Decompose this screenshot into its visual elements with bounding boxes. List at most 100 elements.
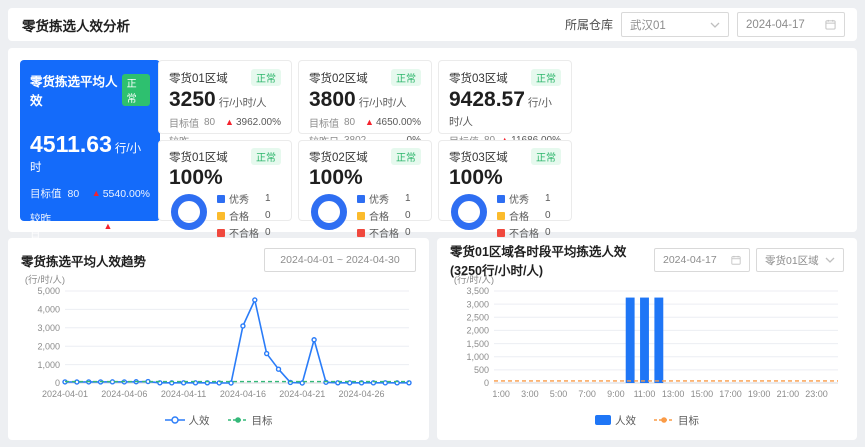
bar [654, 298, 663, 383]
legend-item[interactable]: 目标 [228, 413, 273, 428]
kpi-section: 零货拣选平均人效 正常 4511.63行/小时 目标值 80 ▲5540.00%… [8, 48, 857, 232]
legend-count: 0 [405, 210, 411, 221]
legend-count: 0 [545, 210, 551, 221]
area-select-value: 零货01区域 [765, 253, 819, 268]
x-tick-label: 17:00 [719, 389, 742, 399]
x-tick-label: 5:00 [550, 389, 568, 399]
legend-swatch [217, 195, 225, 203]
status-badge: 正常 [251, 69, 281, 86]
card-title: 零货01区域 [169, 70, 228, 86]
legend-count: 1 [545, 193, 551, 204]
efficiency-line [65, 300, 409, 383]
x-tick-label: 13:00 [662, 389, 685, 399]
chevron-down-icon [710, 22, 720, 28]
y-tick-label: 1,500 [466, 339, 489, 349]
legend-label: 目标 [252, 413, 273, 428]
arrow-up-icon: ▲ [365, 118, 374, 127]
arrow-up-icon: ▲ [225, 118, 234, 127]
chevron-down-icon [825, 257, 835, 263]
x-tick-label: 3:00 [521, 389, 539, 399]
legend-swatch [357, 212, 365, 220]
y-tick-label: 0 [55, 378, 60, 388]
bar [640, 298, 649, 383]
y-tick-label: 0 [484, 378, 489, 388]
donut-legend: 优秀1 合格0 不合格0 [357, 191, 411, 240]
date-picker-value: 2024-04-17 [746, 19, 805, 31]
legend-label: 优秀 [229, 191, 265, 206]
x-tick-label: 7:00 [578, 389, 596, 399]
x-tick-label: 9:00 [607, 389, 625, 399]
hourly-chart-legend: 人效 目标 [450, 411, 844, 429]
legend-swatch [357, 195, 365, 203]
trend-line-chart: (行/时/人)01,0002,0003,0004,0005,0002024-04… [21, 273, 416, 411]
legend-swatch [357, 229, 365, 237]
target-delta: 3962.00% [236, 117, 281, 128]
legend-label: 人效 [189, 413, 210, 428]
arrow-up-icon: ▲ [92, 189, 101, 198]
x-tick-label: 23:00 [805, 389, 828, 399]
date-picker[interactable]: 2024-04-17 [737, 12, 845, 37]
target-delta: 5540.00% [103, 188, 150, 200]
legend-item[interactable]: 目标 [654, 413, 699, 428]
data-point [110, 380, 114, 384]
page-title: 零货拣选人效分析 [22, 15, 130, 35]
dashed-series-icon [654, 415, 674, 425]
header-filters: 所属仓库 武汉01 2024-04-17 [565, 12, 845, 37]
y-axis-unit-label: (行/时/人) [25, 274, 65, 286]
target-label: 目标值 [309, 115, 339, 130]
warehouse-select[interactable]: 武汉01 [621, 12, 729, 37]
legend-label: 人效 [615, 413, 636, 428]
status-badge: 正常 [391, 69, 421, 86]
legend-swatch [497, 212, 505, 220]
y-tick-label: 2,000 [466, 326, 489, 336]
date-range-picker[interactable]: 2024-04-01 ~ 2024-04-30 [264, 248, 416, 272]
rate-card-02: 零货02区域正常 100% 优秀1 合格0 不合格0 [298, 140, 432, 221]
legend-item[interactable]: 人效 [165, 413, 210, 428]
x-tick-label: 19:00 [748, 389, 771, 399]
legend-swatch [497, 229, 505, 237]
legend-swatch [217, 229, 225, 237]
rate-card-01: 零货01区域正常 100% 优秀1 合格0 不合格0 [158, 140, 292, 221]
page-header: 零货拣选人效分析 所属仓库 武汉01 2024-04-17 [8, 8, 857, 41]
arrow-up-icon: ▲ [103, 222, 112, 231]
target-value: 80 [344, 117, 355, 128]
target-value: 80 [68, 188, 80, 200]
target-value: 80 [204, 117, 215, 128]
legend-label: 合格 [509, 208, 545, 223]
legend-count: 0 [265, 227, 271, 238]
status-badge: 正常 [391, 148, 421, 165]
x-tick-label: 2024-04-01 [42, 389, 88, 399]
prev-value: 3100.95 [65, 220, 103, 232]
y-tick-label: 4,000 [37, 305, 60, 315]
status-badge: 正常 [122, 74, 150, 106]
hourly-chart-title: 零货01区域各时段平均拣选人效(3250行/小时/人) [450, 241, 654, 279]
rate-value: 100% [449, 166, 561, 190]
trend-chart-panel: 零货拣选平均人效趋势 2024-04-01 ~ 2024-04-30 (行/时/… [8, 238, 429, 440]
legend-item[interactable]: 人效 [595, 413, 636, 428]
area-select[interactable]: 零货01区域 [756, 248, 844, 272]
x-tick-label: 2024-04-11 [161, 389, 206, 399]
y-tick-label: 2,000 [37, 341, 60, 351]
card-value: 3250 [169, 88, 216, 111]
y-tick-label: 500 [474, 365, 489, 375]
target-label: 目标值 [30, 186, 62, 201]
rate-value: 100% [309, 166, 421, 190]
data-point [253, 298, 257, 302]
date-range-value: 2024-04-01 ~ 2024-04-30 [280, 254, 399, 266]
data-point [241, 324, 245, 328]
legend-count: 0 [405, 227, 411, 238]
hourly-date-picker[interactable]: 2024-04-17 [654, 248, 750, 272]
prev-label: 较昨日 [30, 211, 59, 241]
y-axis-unit-label: (行/时/人) [454, 274, 494, 286]
legend-label: 优秀 [509, 191, 545, 206]
legend-count: 1 [265, 193, 271, 204]
legend-label: 合格 [229, 208, 265, 223]
card-title: 零货01区域 [169, 149, 228, 165]
legend-swatch [497, 195, 505, 203]
card-title: 零货02区域 [309, 149, 368, 165]
card-unit: 行/小时/人 [359, 97, 407, 109]
bar [626, 298, 635, 383]
warehouse-label: 所属仓库 [565, 16, 613, 33]
hourly-chart-panel: 零货01区域各时段平均拣选人效(3250行/小时/人) 2024-04-17 零… [437, 238, 857, 440]
efficiency-card-03: 零货03区域正常 9428.57行/小时/人 目标值80▲11686.00% 较… [438, 60, 572, 134]
